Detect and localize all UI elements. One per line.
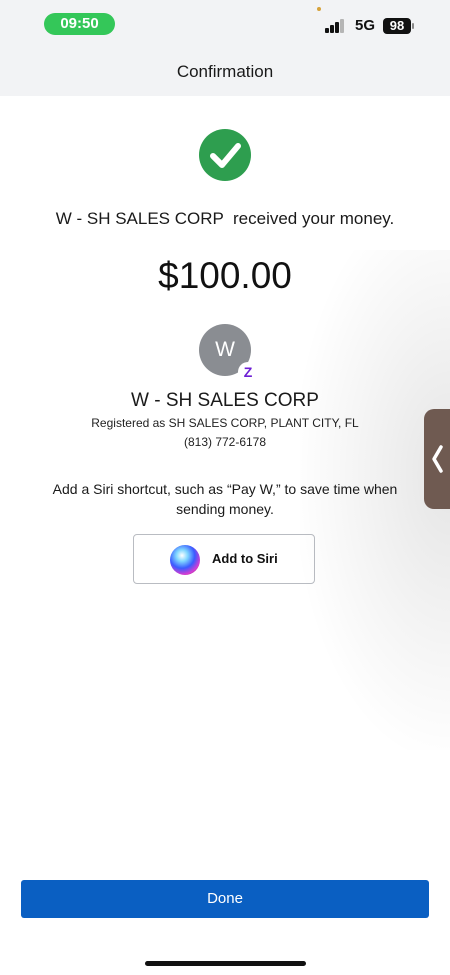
chevron-left-icon	[432, 445, 443, 473]
siri-orb-icon	[170, 545, 200, 575]
recipient-registered: Registered as SH SALES CORP, PLANT CITY,…	[91, 416, 359, 430]
battery-icon: 98	[383, 18, 411, 34]
camera-indicator-icon	[317, 7, 321, 11]
battery-tip	[412, 23, 414, 29]
network-type: 5G	[355, 17, 376, 34]
top-header: 09:50 5G 98 Confirmation	[0, 0, 450, 96]
payment-amount: $100.00	[158, 255, 292, 296]
confirmation-message: W - SH SALES CORP received your money.	[55, 209, 395, 228]
home-indicator[interactable]	[145, 961, 306, 966]
zelle-logo-icon: Z	[238, 362, 258, 382]
checkmark-circle-icon	[199, 129, 251, 181]
signal-icon	[325, 19, 347, 33]
side-panel-tab[interactable]	[424, 409, 450, 509]
recipient-phone: (813) 772-6178	[183, 435, 267, 449]
page-title: Confirmation	[176, 62, 274, 81]
add-to-siri-button[interactable]: Add to Siri	[133, 534, 315, 584]
status-time: 09:50	[44, 13, 115, 35]
recipient-name: W - SH SALES CORP	[131, 390, 319, 411]
siri-shortcut-prompt: Add a Siri shortcut, such as “Pay W,” to…	[52, 481, 398, 517]
add-to-siri-label: Add to Siri	[212, 551, 278, 566]
done-button[interactable]: Done	[21, 880, 429, 918]
